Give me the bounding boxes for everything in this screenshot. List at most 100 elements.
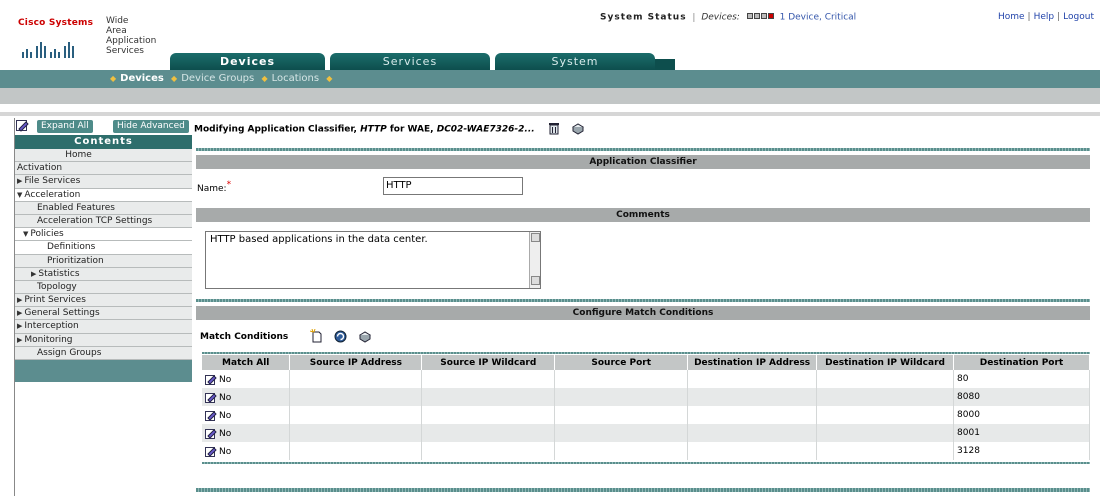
triangle-down-icon[interactable]: ▼ (17, 191, 22, 199)
table-cell (421, 388, 556, 406)
expand-all-button[interactable]: Expand All (37, 120, 93, 133)
table-cell: 80 (953, 370, 1090, 388)
table-cell (289, 442, 423, 460)
edit-icon[interactable] (16, 120, 29, 132)
sidebar-item-monitoring[interactable]: ▶ Monitoring (15, 333, 192, 347)
page-title: Modifying Application Classifier, HTTP f… (194, 120, 585, 138)
subnav-locations[interactable]: Locations (272, 73, 320, 84)
tab-system[interactable]: System (495, 53, 655, 70)
table-cell: 8001 (953, 424, 1090, 442)
edit-icon[interactable] (205, 446, 217, 457)
bullet-icon: ◆ (110, 74, 117, 83)
triangle-right-icon[interactable]: ▶ (17, 309, 22, 317)
table-row: No 80 (202, 370, 1090, 388)
match-conditions-toolbar (309, 328, 372, 346)
logout-link[interactable]: Logout (1063, 12, 1094, 22)
table-cell (421, 424, 556, 442)
table-cell (687, 388, 818, 406)
tab-devices[interactable]: Devices (170, 53, 325, 70)
sidebar-item-definitions[interactable]: Definitions (15, 241, 192, 255)
sidebar-item-acceleration-tcp-settings[interactable]: Acceleration TCP Settings (15, 214, 192, 229)
comments-scrollbar[interactable] (529, 232, 540, 288)
sidebar-item-assign-groups[interactable]: Assign Groups (15, 346, 192, 360)
help-link[interactable]: Help (1034, 12, 1055, 22)
table-row: No 3128 (202, 442, 1090, 460)
triangle-right-icon[interactable]: ▶ (17, 336, 22, 344)
subnav-device-groups[interactable]: Device Groups (181, 73, 254, 84)
table-cell: 8000 (953, 406, 1090, 424)
triangle-right-icon[interactable]: ▶ (17, 322, 22, 330)
sidebar-item-statistics[interactable]: ▶ Statistics (15, 267, 192, 281)
critical-devices-link[interactable]: 1 Device, Critical (780, 13, 857, 23)
section-configure-match-conditions: Configure Match Conditions (196, 306, 1090, 320)
table-cell (816, 406, 955, 424)
refresh-icon[interactable] (334, 330, 347, 343)
table-cell: No (202, 388, 291, 406)
edit-icon[interactable] (205, 374, 217, 385)
sidebar-item-home[interactable]: Home (15, 149, 192, 163)
table-cell (687, 370, 818, 388)
comments-textarea[interactable]: HTTP based applications in the data cent… (205, 231, 541, 289)
column-header: Source IP Wildcard (421, 355, 556, 370)
column-header: Match All (202, 355, 291, 370)
top-links: Home | Help | Logout (997, 12, 1094, 22)
print-icon[interactable] (571, 122, 585, 135)
main-tabs: Devices Services System (170, 53, 1100, 70)
sidebar-item-activation[interactable]: Activation (15, 162, 192, 176)
divider (202, 352, 1090, 354)
sidebar-item-topology[interactable]: Topology (15, 280, 192, 295)
sidebar-item-interception[interactable]: ▶ Interception (15, 320, 192, 334)
sidebar-footer (15, 360, 192, 382)
subnav-devices[interactable]: Devices (120, 73, 164, 84)
sidebar-toolbar: Expand All Hide Advanced (15, 118, 192, 135)
table-cell (289, 424, 423, 442)
table-cell (554, 406, 689, 424)
table-cell (421, 442, 556, 460)
divider (196, 488, 1090, 492)
sidebar-item-prioritization[interactable]: Prioritization (15, 254, 192, 268)
status-title: System Status (600, 12, 687, 23)
cisco-logo: Cisco Systems Wide Area Application Serv… (14, 12, 194, 68)
edit-icon[interactable] (205, 428, 217, 439)
table-cell: No (202, 442, 291, 460)
sidebar: Expand All Hide Advanced Contents Home Ac… (14, 118, 192, 496)
table-row: No 8080 (202, 388, 1090, 406)
create-new-icon[interactable] (309, 328, 323, 343)
triangle-right-icon[interactable]: ▶ (31, 270, 36, 278)
table-cell (554, 370, 689, 388)
sidebar-item-acceleration[interactable]: ▼ Acceleration (15, 188, 192, 202)
table-cell: 3128 (953, 442, 1090, 460)
sidebar-item-enabled-features[interactable]: Enabled Features (15, 201, 192, 215)
section-comments: Comments (196, 208, 1090, 222)
triangle-down-icon[interactable]: ▼ (23, 230, 28, 238)
bullet-icon: ◆ (326, 74, 333, 83)
sidebar-item-policies[interactable]: ▼ Policies (15, 228, 192, 242)
hide-advanced-button[interactable]: Hide Advanced (113, 120, 189, 133)
system-status: System Status | Devices: 1 Device, Criti… (600, 12, 856, 23)
sidebar-item-general-settings[interactable]: ▶ General Settings (15, 307, 192, 321)
table-row: No 8000 (202, 406, 1090, 424)
table-cell (687, 424, 818, 442)
sidebar-item-file-services[interactable]: ▶ File Services (15, 175, 192, 189)
triangle-right-icon[interactable]: ▶ (17, 296, 22, 304)
sidebar-menu: Home Activation ▶ File Services ▼ Acceleratio… (15, 149, 192, 360)
bullet-icon: ◆ (171, 74, 178, 83)
table-cell (421, 406, 556, 424)
comments-text: HTTP based applications in the data cent… (210, 234, 428, 245)
home-link[interactable]: Home (998, 12, 1025, 22)
trash-icon[interactable] (548, 122, 560, 135)
sub-navigation: ◆ Devices ◆ Device Groups ◆ Locations ◆ (0, 70, 1100, 88)
table-cell: No (202, 370, 291, 388)
main-content: Modifying Application Classifier, HTTP f… (194, 116, 1100, 496)
print-icon[interactable] (358, 330, 372, 343)
sidebar-item-print-services[interactable]: ▶ Print Services (15, 294, 192, 308)
table-cell (816, 442, 955, 460)
name-input[interactable]: HTTP (383, 177, 523, 195)
toolbar-band (0, 88, 1100, 104)
edit-icon[interactable] (205, 392, 217, 403)
divider (202, 462, 1090, 464)
triangle-right-icon[interactable]: ▶ (17, 177, 22, 185)
tab-services[interactable]: Services (330, 53, 490, 70)
edit-icon[interactable] (205, 410, 217, 421)
table-cell (289, 370, 423, 388)
